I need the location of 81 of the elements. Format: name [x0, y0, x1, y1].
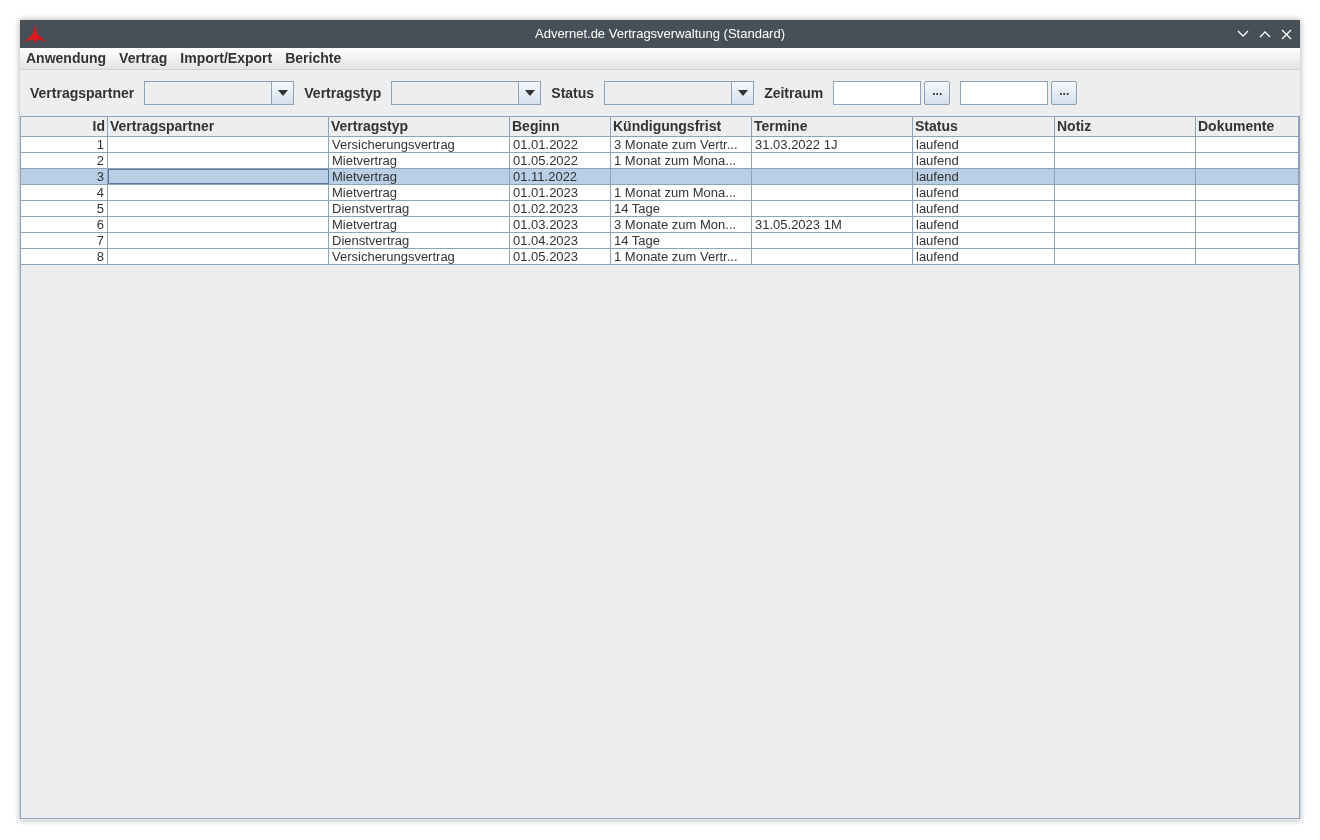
table-cell: Dienstvertrag	[329, 233, 510, 248]
table-row[interactable]: 8 Versicherungsvertrag 01.05.2023 1 Monate zum Vertr... laufend	[21, 249, 1299, 265]
window-title: Advernet.de Vertragsverwaltung (Standard)	[535, 25, 785, 44]
table-row[interactable]: 3 Mietvertrag 01.11.2022 laufend	[21, 169, 1299, 185]
table-cell: 1 Monat zum Mona...	[611, 153, 752, 168]
date-field[interactable]	[833, 81, 922, 105]
column-header[interactable]: Vertragspartner	[108, 117, 329, 136]
caret-icon	[277, 90, 288, 96]
table-cell: 2	[21, 153, 108, 168]
date-picker-button[interactable]: ...	[924, 81, 951, 105]
combo-box[interactable]	[391, 81, 542, 105]
table-cell: laufend	[913, 169, 1055, 184]
date-picker-button[interactable]: ...	[1051, 81, 1078, 105]
table-cell: 1 Monate zum Vertr...	[611, 249, 752, 264]
table-cell: 6	[21, 217, 108, 232]
table-cell: 14 Tage	[611, 233, 752, 248]
table-cell: 1	[21, 137, 108, 152]
table-cell: 5	[21, 201, 108, 216]
table-cell: laufend	[913, 249, 1055, 264]
table-cell: 01.01.2022	[510, 137, 611, 152]
date-field[interactable]	[960, 81, 1049, 105]
table-cell: 31.03.2022 1J	[752, 137, 913, 152]
table-cell: laufend	[913, 233, 1055, 248]
column-header[interactable]: Status	[913, 117, 1055, 136]
table-cell: laufend	[913, 185, 1055, 200]
column-header[interactable]: Kündigungsfrist	[611, 117, 752, 136]
caret-icon	[737, 90, 748, 96]
maximize-icon[interactable]	[1259, 30, 1271, 38]
table-cell: Dienstvertrag	[329, 201, 510, 216]
table-cell: 1 Monat zum Mona...	[611, 185, 752, 200]
table-cell: 7	[21, 233, 108, 248]
table-cell: 01.05.2022	[510, 153, 611, 168]
table-cell: 8	[21, 249, 108, 264]
table-cell: 4	[21, 185, 108, 200]
close-icon[interactable]	[1281, 28, 1292, 40]
table-cell: Mietvertrag	[329, 153, 510, 168]
table-cell: 01.05.2023	[510, 249, 611, 264]
table-cell: 01.11.2022	[510, 169, 611, 184]
filter-label: Vertragspartner	[30, 83, 135, 103]
table-cell: 01.04.2023	[510, 233, 611, 248]
table-cell: laufend	[913, 217, 1055, 232]
table-cell: 14 Tage	[611, 201, 752, 216]
table-row[interactable]: 4 Mietvertrag 01.01.2023 1 Monat zum Mona... laufend	[21, 185, 1299, 201]
table-cell: Mietvertrag	[329, 169, 510, 184]
table-cell: 31.05.2023 1M	[752, 217, 913, 232]
table-cell: Mietvertrag	[329, 185, 510, 200]
minimize-icon[interactable]	[1237, 30, 1249, 38]
table-cell: 01.02.2023	[510, 201, 611, 216]
table-row[interactable]: 5 Dienstvertrag 01.02.2023 14 Tage laufend	[21, 201, 1299, 217]
table-cell: Versicherungsvertrag	[329, 137, 510, 152]
filter-label: Vertragstyp	[304, 83, 382, 103]
table-row[interactable]: 1 Versicherungsvertrag 01.01.2022 3 Monate zum Vertr... 31.03.2022 1J laufend	[21, 137, 1299, 153]
table-row[interactable]: 2 Mietvertrag 01.05.2022 1 Monat zum Mona... laufend	[21, 153, 1299, 169]
table-row[interactable]: 6 Mietvertrag 01.03.2023 3 Monate zum Mon... 31.05.2023 1M laufend	[21, 217, 1299, 233]
table-cell: Mietvertrag	[329, 217, 510, 232]
table-row[interactable]: 7 Dienstvertrag 01.04.2023 14 Tage laufend	[21, 233, 1299, 249]
menu-item[interactable]: Vertrag	[115, 48, 172, 69]
table-cell: 01.01.2023	[510, 185, 611, 200]
logo-icon	[24, 24, 46, 44]
menu-item[interactable]: Import/Export	[176, 48, 277, 69]
column-header[interactable]: Dokumente	[1196, 117, 1299, 136]
caret-icon	[524, 90, 535, 96]
column-header[interactable]: Beginn	[510, 117, 611, 136]
column-header[interactable]: Notiz	[1055, 117, 1196, 136]
table-cell: 3	[21, 169, 108, 184]
table-cell: 3 Monate zum Mon...	[611, 217, 752, 232]
combo-box[interactable]	[604, 81, 755, 105]
column-header[interactable]: Id	[21, 117, 108, 136]
combo-box[interactable]	[144, 81, 295, 105]
table-cell: laufend	[913, 153, 1055, 168]
column-header[interactable]: Termine	[752, 117, 913, 136]
table-cell: laufend	[913, 137, 1055, 152]
table-cell: Versicherungsvertrag	[329, 249, 510, 264]
table-cell: 3 Monate zum Vertr...	[611, 137, 752, 152]
filter-label: Zeitraum	[764, 83, 824, 103]
table-cell: laufend	[913, 201, 1055, 216]
table-cell: 01.03.2023	[510, 217, 611, 232]
column-header[interactable]: Vertragstyp	[329, 117, 510, 136]
filter-label: Status	[551, 83, 595, 103]
menu-item[interactable]: Berichte	[281, 48, 346, 69]
menu-item[interactable]: Anwendung	[22, 48, 111, 69]
